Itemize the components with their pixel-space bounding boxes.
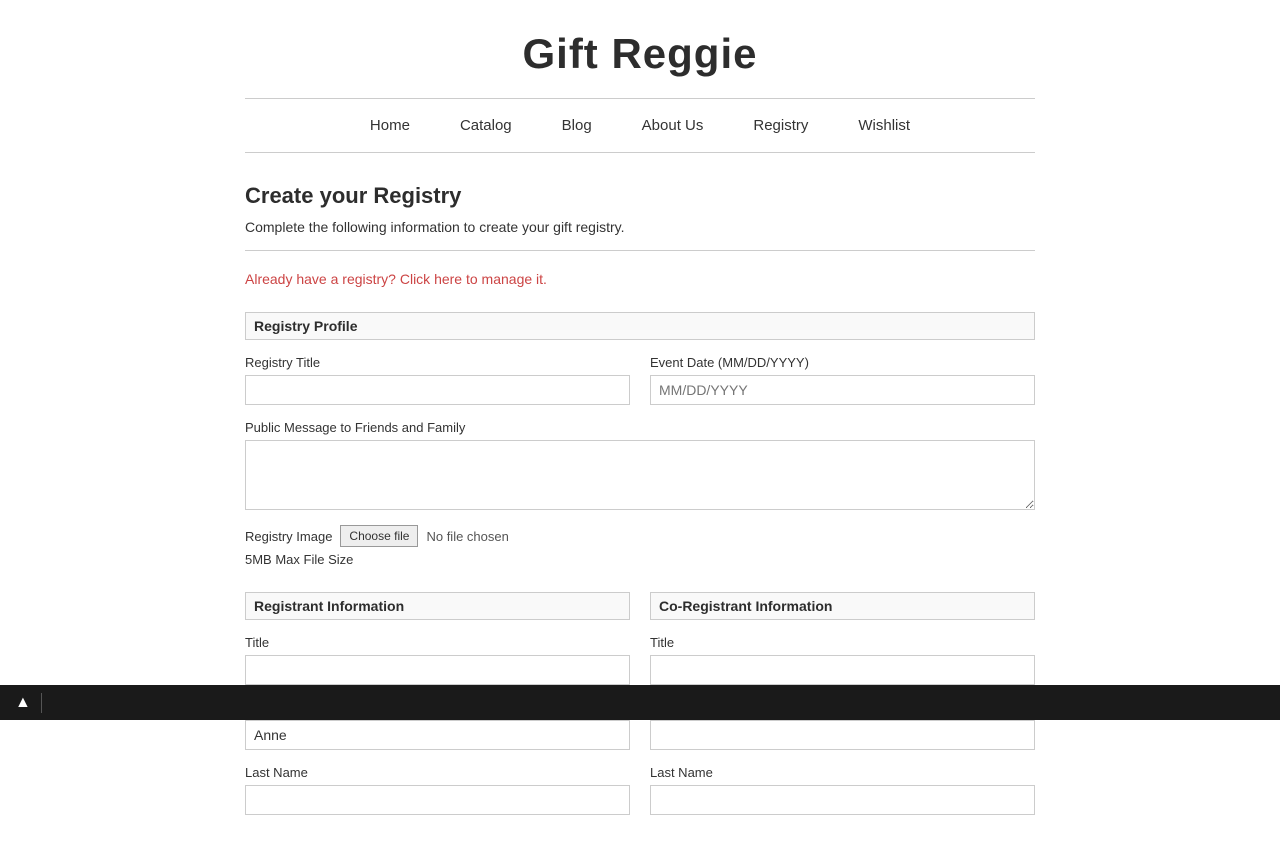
registry-image-row: Registry Image Choose file No file chose… xyxy=(245,525,1035,547)
choose-file-button[interactable]: Choose file xyxy=(340,525,418,547)
registry-title-input[interactable] xyxy=(245,375,630,405)
co-registrant-last-name-label: Last Name xyxy=(650,765,1035,780)
co-registrant-last-name-group: Last Name xyxy=(650,765,1035,815)
file-no-chosen-text: No file chosen xyxy=(426,529,508,544)
registry-title-row: Registry Title Event Date (MM/DD/YYYY) xyxy=(245,355,1035,405)
bottom-bar-divider xyxy=(41,693,42,713)
registrant-header: Registrant Information xyxy=(245,592,630,620)
registrant-title-label: Title xyxy=(245,635,630,650)
event-date-group: Event Date (MM/DD/YYYY) xyxy=(650,355,1035,405)
co-registrant-title-label: Title xyxy=(650,635,1035,650)
co-registrant-first-name-input[interactable] xyxy=(650,720,1035,750)
registrant-title-group: Title xyxy=(245,635,630,685)
registry-title-label: Registry Title xyxy=(245,355,630,370)
registrant-last-name-group: Last Name xyxy=(245,765,630,815)
registry-title-group: Registry Title xyxy=(245,355,630,405)
nav-item-wishlist[interactable]: Wishlist xyxy=(858,117,910,134)
registry-profile-header: Registry Profile xyxy=(245,312,1035,340)
nav-item-blog[interactable]: Blog xyxy=(562,117,592,134)
site-header: Gift Reggie xyxy=(0,0,1280,98)
co-registrant-title-group: Title xyxy=(650,635,1035,685)
main-content: Create your Registry Complete the follow… xyxy=(0,153,1280,855)
public-message-group: Public Message to Friends and Family xyxy=(245,420,1035,510)
registrant-title-input[interactable] xyxy=(245,655,630,685)
nav-item-catalog[interactable]: Catalog xyxy=(460,117,512,134)
registrant-last-name-input[interactable] xyxy=(245,785,630,815)
existing-registry-link[interactable]: Already have a registry? Click here to m… xyxy=(245,271,1035,287)
content-divider xyxy=(245,250,1035,251)
nav-item-home[interactable]: Home xyxy=(370,117,410,134)
registrant-last-name-label: Last Name xyxy=(245,765,630,780)
co-registrant-title-input[interactable] xyxy=(650,655,1035,685)
registrant-first-name-input[interactable] xyxy=(245,720,630,750)
public-message-label: Public Message to Friends and Family xyxy=(245,420,1035,435)
co-registrant-header: Co-Registrant Information xyxy=(650,592,1035,620)
co-registrant-last-name-input[interactable] xyxy=(650,785,1035,815)
page-title: Create your Registry xyxy=(245,183,1035,209)
page-subtitle: Complete the following information to cr… xyxy=(245,219,1035,235)
registry-profile-section: Registry Profile Registry Title Event Da… xyxy=(245,312,1035,567)
file-size-note: 5MB Max File Size xyxy=(245,552,1035,567)
scroll-up-button[interactable]: ▲ xyxy=(10,694,36,712)
nav-item-registry[interactable]: Registry xyxy=(753,117,808,134)
bottom-bar: ▲ xyxy=(0,685,1280,720)
nav-item-about-us[interactable]: About Us xyxy=(642,117,704,134)
event-date-input[interactable] xyxy=(650,375,1035,405)
main-nav: Home Catalog Blog About Us Registry Wish… xyxy=(0,99,1280,152)
public-message-textarea[interactable] xyxy=(245,440,1035,510)
event-date-label: Event Date (MM/DD/YYYY) xyxy=(650,355,1035,370)
registry-image-label: Registry Image xyxy=(245,529,332,544)
site-title: Gift Reggie xyxy=(0,30,1280,78)
